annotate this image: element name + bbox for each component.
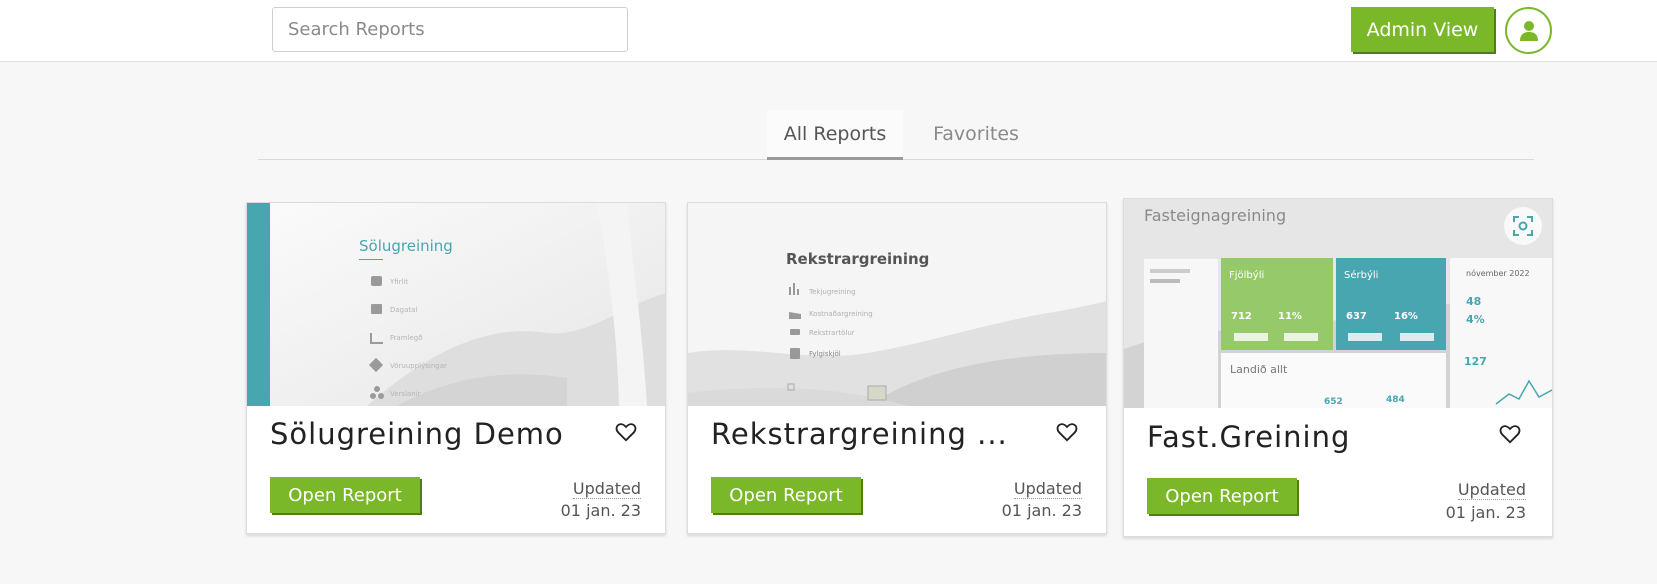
- thumb-menu-item: Dagatal: [390, 306, 417, 314]
- thumb-side-value: 127: [1464, 355, 1487, 368]
- thumb-kpi-label: Sérbýli: [1344, 269, 1378, 281]
- tab-all-reports[interactable]: All Reports: [767, 110, 903, 160]
- updated-label: Updated: [572, 479, 641, 499]
- thumb-country-label: Landið allt: [1230, 363, 1288, 376]
- search-input[interactable]: [272, 7, 628, 52]
- thumb-menu-item: Kostnaðargreining: [809, 310, 873, 318]
- thumb-side-month: nóvember 2022: [1466, 268, 1530, 278]
- thumb-menu-item: Yfirlit: [389, 278, 408, 286]
- report-card: Rekstrargreining Tekjugreining Kostnaðar…: [687, 202, 1107, 534]
- focus-frame-icon: [1513, 216, 1533, 236]
- thumb-menu-item: Tekjugreining: [808, 288, 856, 296]
- preview-button[interactable]: [1504, 207, 1542, 245]
- open-report-button[interactable]: Open Report: [270, 477, 420, 513]
- thumb-kpi-value: 712: [1231, 311, 1252, 322]
- thumb-kpi-pct: 16%: [1394, 311, 1418, 322]
- updated-label: Updated: [1013, 479, 1082, 499]
- report-thumbnail[interactable]: Sölugreining Yfirlit Dagatal Framlegð Vö…: [247, 203, 665, 406]
- thumb-menu-item: Framlegð: [390, 334, 422, 342]
- thumb-side-value: 4%: [1466, 313, 1485, 326]
- thumb-side-value: 48: [1466, 295, 1481, 308]
- thumb-kpi-label: Fjölbýli: [1229, 269, 1264, 281]
- report-card: Fasteignagreining Fjölbýli 712 11% Sérbý…: [1123, 198, 1553, 537]
- thumb-menu-item: Rekstrartölur: [809, 329, 855, 337]
- thumb-menu-item: Vöruupplýsingar: [390, 362, 447, 370]
- thumb-kpi-pct: 11%: [1278, 311, 1302, 322]
- updated-date: 01 jan. 23: [1001, 501, 1082, 520]
- top-bar: Admin View: [0, 0, 1657, 62]
- report-card: Sölugreining Yfirlit Dagatal Framlegð Vö…: [246, 202, 666, 534]
- tab-favorites[interactable]: Favorites: [918, 110, 1034, 160]
- thumb-menu-item: Verslanir: [390, 390, 421, 398]
- updated-date: 01 jan. 23: [1445, 503, 1526, 522]
- report-thumbnail[interactable]: Fasteignagreining Fjölbýli 712 11% Sérbý…: [1124, 199, 1552, 408]
- user-avatar-button[interactable]: [1505, 7, 1552, 54]
- admin-view-button[interactable]: Admin View: [1351, 7, 1494, 52]
- report-title: Fast.Greining: [1147, 420, 1351, 454]
- updated-label: Updated: [1457, 480, 1526, 500]
- heart-outline-icon[interactable]: [615, 421, 637, 443]
- report-title: Rekstrargreining ...: [711, 417, 1008, 451]
- thumb-heading: Rekstrargreining: [786, 250, 929, 268]
- user-icon: [1519, 20, 1538, 41]
- heart-outline-icon[interactable]: [1499, 423, 1521, 445]
- updated-date: 01 jan. 23: [560, 501, 641, 520]
- thumb-kpi-value: 637: [1346, 311, 1367, 322]
- report-title: Sölugreining Demo: [270, 417, 564, 451]
- heart-outline-icon[interactable]: [1056, 421, 1078, 443]
- thumb-heading: Fasteignagreining: [1144, 206, 1286, 225]
- thumb-menu-item: Fylgiskjöl: [809, 350, 841, 358]
- thumb-country-value: 652: [1324, 397, 1343, 407]
- open-report-button[interactable]: Open Report: [1147, 478, 1297, 514]
- report-thumbnail[interactable]: Rekstrargreining Tekjugreining Kostnaðar…: [688, 203, 1106, 406]
- open-report-button[interactable]: Open Report: [711, 477, 861, 513]
- thumb-heading: Sölugreining: [359, 237, 453, 255]
- thumb-country-value: 484: [1386, 395, 1405, 405]
